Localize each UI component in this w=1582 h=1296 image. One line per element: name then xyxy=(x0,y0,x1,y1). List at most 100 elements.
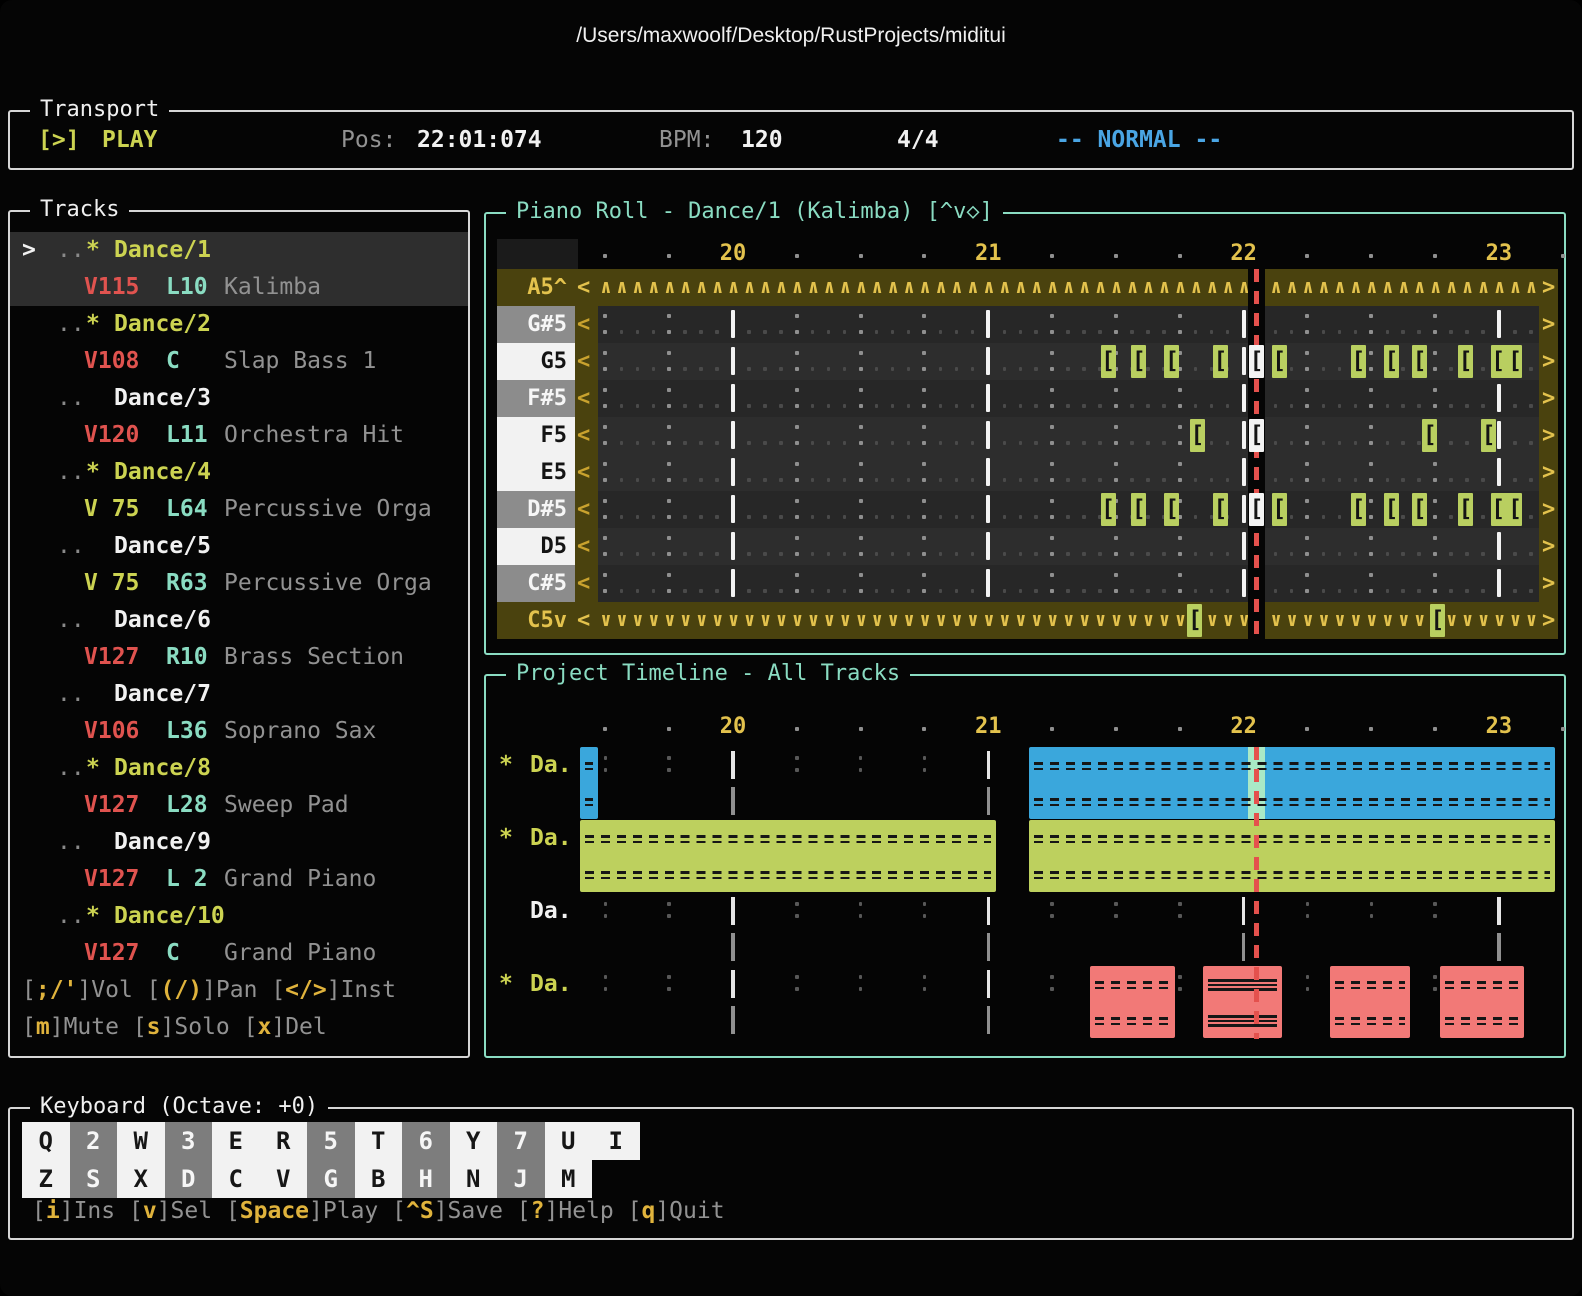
piano-key-label[interactable]: D5 xyxy=(497,528,575,565)
piano-key-label[interactable]: F5 xyxy=(497,417,575,454)
piano-key-label[interactable]: E5 xyxy=(497,454,575,491)
note[interactable]: [ xyxy=(1271,345,1287,378)
timeline-clip-red[interactable] xyxy=(1090,966,1175,1038)
track-row[interactable]: .. * Dance/4 V 75 L64 Percussive Orga xyxy=(10,454,468,528)
note[interactable]: [ xyxy=(1212,493,1228,526)
key-R[interactable]: R xyxy=(259,1122,307,1160)
track-row[interactable]: .. Dance/5 V 75 R63 Percussive Orga xyxy=(10,528,468,602)
track-row[interactable]: .. * Dance/10 V127 C Grand Piano xyxy=(10,898,468,972)
scroll-right-icon[interactable]: > xyxy=(1542,528,1555,565)
note-lane[interactable] xyxy=(598,417,1539,454)
scroll-right-icon[interactable]: > xyxy=(1542,417,1555,454)
note[interactable]: [ xyxy=(1164,345,1180,378)
note[interactable]: [ xyxy=(1350,345,1366,378)
note[interactable]: [ xyxy=(1100,345,1116,378)
scroll-left-icon[interactable]: < xyxy=(577,417,590,454)
timeline-clip-red[interactable] xyxy=(1202,966,1282,1038)
timeline-track-label[interactable]: Da. xyxy=(530,747,572,784)
timeline-clip-olive[interactable] xyxy=(1029,820,1556,892)
track-row[interactable]: >.. * Dance/1 V115 L10 Kalimba xyxy=(10,232,468,306)
timeline-track-label[interactable]: Da. xyxy=(530,893,572,930)
timeline-clip-blue[interactable] xyxy=(1029,747,1556,819)
scroll-left-icon[interactable]: < xyxy=(577,269,590,306)
note[interactable]: [ xyxy=(1100,493,1116,526)
note-lane[interactable] xyxy=(598,306,1539,343)
note[interactable]: [ xyxy=(1481,419,1496,452)
note[interactable]: [ xyxy=(1384,493,1399,526)
note[interactable]: [ xyxy=(1350,493,1366,526)
key-5[interactable]: 5 xyxy=(307,1122,355,1160)
note[interactable]: [ xyxy=(1131,345,1147,378)
note[interactable]: [ xyxy=(1189,419,1205,452)
note-playing[interactable]: [ xyxy=(1248,419,1265,452)
key-U[interactable]: U xyxy=(544,1122,592,1160)
timeline-track-label[interactable]: Da. xyxy=(530,966,572,1003)
track-row[interactable]: .. Dance/9 V127 L 2 Grand Piano xyxy=(10,824,468,898)
piano-key-label[interactable]: D#5 xyxy=(497,491,575,528)
note[interactable]: [ xyxy=(1384,345,1399,378)
scroll-right-icon[interactable]: > xyxy=(1542,602,1555,639)
scroll-left-icon[interactable]: < xyxy=(577,528,590,565)
scroll-left-icon[interactable]: < xyxy=(577,306,590,343)
timeline-track-label[interactable]: Da. xyxy=(530,820,572,857)
key-7[interactable]: 7 xyxy=(497,1122,545,1160)
scroll-right-icon[interactable]: > xyxy=(1542,565,1555,602)
key-Q[interactable]: Q xyxy=(22,1122,70,1160)
scroll-left-icon[interactable]: < xyxy=(577,343,590,380)
scroll-left-icon[interactable]: < xyxy=(577,491,590,528)
note[interactable]: [ xyxy=(1429,604,1445,637)
playhead-line[interactable] xyxy=(1253,269,1259,639)
scroll-left-icon[interactable]: < xyxy=(577,380,590,417)
track-row[interactable]: .. Dance/7 V106 L36 Soprano Sax xyxy=(10,676,468,750)
note-lane[interactable] xyxy=(598,565,1539,602)
scroll-left-icon[interactable]: < xyxy=(577,565,590,602)
playhead-line[interactable] xyxy=(1253,747,1259,1039)
timeline-clip-olive[interactable] xyxy=(579,820,996,892)
note-playing[interactable]: [ xyxy=(1248,493,1265,526)
track-row[interactable]: .. Dance/3 V120 L11 Orchestra Hit xyxy=(10,380,468,454)
key-Y[interactable]: Y xyxy=(449,1122,497,1160)
key-3[interactable]: 3 xyxy=(164,1122,212,1160)
scroll-left-icon[interactable]: < xyxy=(577,454,590,491)
note-playing[interactable]: [ xyxy=(1248,345,1265,378)
note[interactable]: [[ xyxy=(1491,345,1523,378)
note-lane[interactable] xyxy=(598,528,1539,565)
note-lane[interactable] xyxy=(598,454,1539,491)
piano-key-label[interactable]: C#5 xyxy=(497,565,575,602)
key-6[interactable]: 6 xyxy=(402,1122,450,1160)
note[interactable]: [ xyxy=(1164,493,1180,526)
scroll-right-icon[interactable]: > xyxy=(1542,306,1555,343)
key-W[interactable]: W xyxy=(117,1122,165,1160)
track-row[interactable]: .. * Dance/8 V127 L28 Sweep Pad xyxy=(10,750,468,824)
piano-key-label[interactable]: G#5 xyxy=(497,306,575,343)
key-E[interactable]: E xyxy=(212,1122,260,1160)
scroll-right-icon[interactable]: > xyxy=(1542,380,1555,417)
play-button[interactable]: [>] xyxy=(38,122,80,158)
note[interactable]: [ xyxy=(1412,493,1428,526)
timeline-clip-blue[interactable] xyxy=(579,747,598,819)
note[interactable]: [ xyxy=(1131,493,1147,526)
note-lane[interactable] xyxy=(598,380,1539,417)
key-2[interactable]: 2 xyxy=(69,1122,117,1160)
key-I[interactable]: I xyxy=(592,1122,640,1160)
track-row[interactable]: .. * Dance/2 V108 C Slap Bass 1 xyxy=(10,306,468,380)
note[interactable]: [ xyxy=(1271,493,1287,526)
track-row[interactable]: .. Dance/6 V127 R10 Brass Section xyxy=(10,602,468,676)
piano-key-label[interactable]: A5^ xyxy=(497,269,575,306)
note[interactable]: [[ xyxy=(1491,493,1523,526)
piano-key-label[interactable]: F#5 xyxy=(497,380,575,417)
scroll-right-icon[interactable]: > xyxy=(1542,491,1555,528)
note[interactable]: [ xyxy=(1458,493,1473,526)
scroll-right-icon[interactable]: > xyxy=(1542,454,1555,491)
key-T[interactable]: T xyxy=(354,1122,402,1160)
note[interactable]: [ xyxy=(1458,345,1473,378)
bpm-value[interactable]: 120 xyxy=(741,122,783,158)
note[interactable]: [ xyxy=(1187,604,1203,637)
piano-key-label[interactable]: G5 xyxy=(497,343,575,380)
timeline-clip-red[interactable] xyxy=(1440,966,1525,1038)
scroll-right-icon[interactable]: > xyxy=(1542,269,1555,306)
note[interactable]: [ xyxy=(1212,345,1228,378)
scroll-right-icon[interactable]: > xyxy=(1542,343,1555,380)
note[interactable]: [ xyxy=(1422,419,1438,452)
timeline-clip-red[interactable] xyxy=(1330,966,1410,1038)
